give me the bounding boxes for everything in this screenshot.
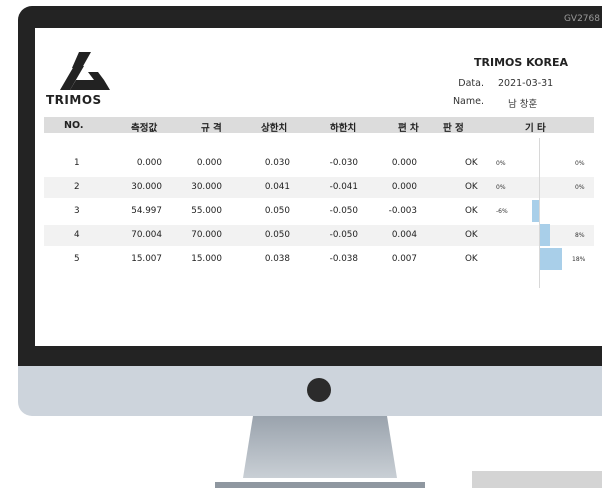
- cell-measured: 70.004: [131, 230, 162, 240]
- trimos-logo-icon: [60, 52, 110, 90]
- deviation-bar: [531, 200, 539, 222]
- cell-lower: -0.030: [329, 158, 358, 168]
- cell-no: 2: [74, 182, 80, 192]
- cell-deviation: -0.003: [388, 206, 417, 216]
- cell-spec: 0.000: [196, 158, 222, 168]
- cell-judgement: OK: [465, 182, 478, 192]
- cell-lower: -0.050: [329, 206, 358, 216]
- cell-lower: -0.041: [329, 182, 358, 192]
- header-measured: 측정값: [131, 123, 158, 134]
- cell-spec: 55.000: [191, 206, 222, 216]
- logo-wordmark: TRIMOS: [46, 93, 102, 107]
- cell-judgement: OK: [465, 158, 478, 168]
- cell-measured: 15.007: [131, 254, 162, 264]
- cell-deviation: 0.000: [391, 158, 417, 168]
- name-label: Name.: [452, 96, 484, 107]
- cell-measured: 30.000: [131, 182, 162, 192]
- deviation-bar: [540, 224, 550, 246]
- cell-measured: 54.997: [131, 206, 162, 216]
- name-value: 남 창훈: [508, 99, 538, 110]
- cell-lower: -0.050: [329, 230, 358, 240]
- power-button[interactable]: [307, 378, 331, 402]
- table-header: [44, 117, 594, 133]
- deviation-percent-left: 0%: [496, 160, 506, 167]
- cell-lower: -0.038: [329, 254, 358, 264]
- cell-deviation: 0.004: [391, 230, 417, 240]
- cell-judgement: OK: [465, 206, 478, 216]
- cell-upper: 0.041: [264, 182, 290, 192]
- deviation-percent-left: 0%: [496, 184, 506, 191]
- cell-spec: 15.000: [191, 254, 222, 264]
- header-deviation: 편 차: [398, 123, 419, 134]
- deviation-percent-right: 8%: [575, 232, 585, 239]
- deviation-center-line: [539, 138, 540, 288]
- deviation-percent-left: -6%: [496, 208, 508, 215]
- cell-upper: 0.030: [264, 158, 290, 168]
- header-spec: 규 격: [201, 123, 222, 134]
- cell-spec: 30.000: [191, 182, 222, 192]
- monitor-stand: [215, 416, 425, 488]
- deviation-percent-right: 0%: [575, 160, 585, 167]
- deviation-percent-right: 0%: [575, 184, 585, 191]
- header-judgement: 판 정: [443, 123, 464, 134]
- header-etc: 기 타: [525, 123, 546, 134]
- header-upper: 상한치: [261, 123, 288, 134]
- cell-no: 5: [74, 254, 80, 264]
- company-name: TRIMOS KOREA: [474, 56, 568, 69]
- date-value: 2021-03-31: [498, 78, 554, 89]
- cell-upper: 0.050: [264, 206, 290, 216]
- cell-no: 4: [74, 230, 80, 240]
- cell-judgement: OK: [465, 230, 478, 240]
- date-label: Data.: [458, 78, 484, 89]
- cell-no: 3: [74, 206, 80, 216]
- cell-upper: 0.050: [264, 230, 290, 240]
- cell-judgement: OK: [465, 254, 478, 264]
- cell-upper: 0.038: [264, 254, 290, 264]
- background-shelf: [472, 471, 602, 488]
- cell-deviation: 0.000: [391, 182, 417, 192]
- cell-measured: 0.000: [136, 158, 162, 168]
- monitor-model-label: GV2768: [563, 14, 600, 24]
- deviation-bar: [540, 248, 562, 270]
- cell-spec: 70.000: [191, 230, 222, 240]
- cell-deviation: 0.007: [391, 254, 417, 264]
- cell-no: 1: [74, 158, 80, 168]
- header-no: NO.: [64, 120, 84, 131]
- deviation-percent-right: 18%: [572, 256, 586, 263]
- header-lower: 하한치: [330, 123, 357, 134]
